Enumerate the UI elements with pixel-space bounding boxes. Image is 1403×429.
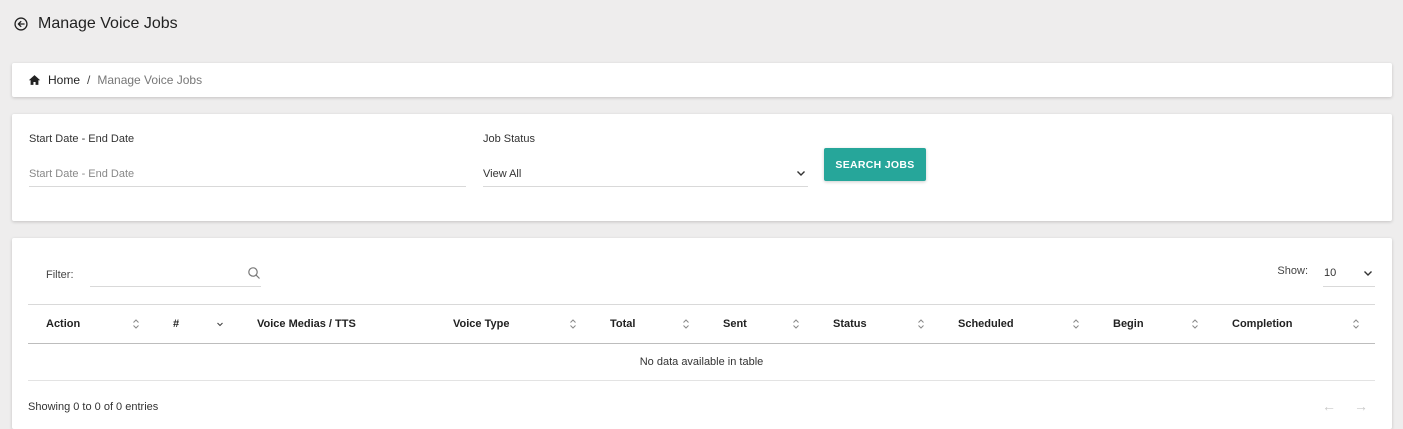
jobs-table-panel: Filter: Show: 10 Action # Voice Medias /… — [12, 238, 1392, 429]
column-header-total[interactable]: Total — [592, 305, 705, 344]
sort-icon — [1353, 318, 1359, 329]
pagination: ← → — [1322, 398, 1368, 414]
date-range-label: Start Date - End Date — [29, 133, 135, 145]
breadcrumb-home-label: Home — [48, 73, 81, 87]
empty-table-message: No data available in table — [28, 344, 1375, 381]
search-panel: Start Date - End Date Start Date - End D… — [12, 114, 1392, 221]
column-label: Scheduled — [958, 318, 1014, 330]
filter-field — [90, 260, 261, 287]
sort-icon — [918, 318, 924, 329]
back-arrow-icon[interactable] — [12, 15, 30, 33]
previous-page-icon[interactable]: ← — [1322, 398, 1336, 414]
breadcrumb-separator: / — [87, 73, 91, 87]
show-label: Show: — [1277, 265, 1308, 277]
breadcrumb: Home / Manage Voice Jobs — [12, 63, 1392, 97]
column-label: Voice Medias / TTS — [257, 318, 356, 330]
sort-icon — [133, 318, 139, 329]
column-header-completion[interactable]: Completion — [1214, 305, 1375, 344]
column-header-sent[interactable]: Sent — [705, 305, 815, 344]
column-label: # — [173, 318, 180, 330]
column-header-status[interactable]: Status — [815, 305, 940, 344]
sort-desc-icon — [217, 322, 223, 326]
sort-icon — [793, 318, 799, 329]
job-status-select[interactable]: View All — [483, 161, 808, 187]
page-size-value: 10 — [1324, 267, 1337, 279]
sort-icon — [1192, 318, 1198, 329]
column-header-begin[interactable]: Begin — [1095, 305, 1214, 344]
column-label: Begin — [1113, 318, 1144, 330]
search-icon[interactable] — [247, 266, 261, 280]
filter-input[interactable] — [90, 260, 240, 286]
column-header-voice-type[interactable]: Voice Type — [435, 305, 592, 344]
column-header-voice-medias[interactable]: Voice Medias / TTS — [239, 305, 435, 344]
home-icon — [28, 75, 41, 85]
chevron-down-icon — [797, 171, 805, 176]
search-jobs-button[interactable]: SEARCH JOBS — [824, 148, 926, 181]
page-header: Manage Voice Jobs — [12, 12, 178, 36]
column-header-number[interactable]: # — [155, 305, 239, 344]
column-label: Action — [46, 318, 81, 330]
next-page-icon[interactable]: → — [1354, 398, 1368, 414]
breadcrumb-current: Manage Voice Jobs — [97, 73, 203, 87]
job-status-label: Job Status — [483, 133, 535, 145]
column-label: Sent — [723, 318, 747, 330]
chevron-down-icon — [1364, 270, 1372, 276]
sort-icon — [1073, 318, 1079, 329]
date-range-input[interactable]: Start Date - End Date — [29, 161, 466, 187]
job-status-value: View All — [483, 167, 522, 180]
table-info: Showing 0 to 0 of 0 entries — [28, 401, 159, 413]
column-label: Total — [610, 318, 636, 330]
jobs-table: Action # Voice Medias / TTS Voice Type T… — [28, 304, 1375, 381]
column-label: Status — [833, 318, 867, 330]
breadcrumb-home-link[interactable]: Home — [28, 73, 80, 87]
page-size-select[interactable]: 10 — [1323, 260, 1375, 287]
column-header-action[interactable]: Action — [28, 305, 155, 344]
filter-label: Filter: — [46, 269, 74, 281]
column-header-scheduled[interactable]: Scheduled — [940, 305, 1095, 344]
job-status-field: Job Status View All — [483, 133, 808, 188]
sort-icon — [570, 318, 576, 329]
column-label: Completion — [1232, 318, 1293, 330]
sort-icon — [683, 318, 689, 329]
date-range-field: Start Date - End Date Start Date - End D… — [29, 133, 466, 188]
column-label: Voice Type — [453, 318, 510, 330]
table-header-row: Action # Voice Medias / TTS Voice Type T… — [28, 305, 1375, 344]
page-title: Manage Voice Jobs — [38, 15, 178, 32]
